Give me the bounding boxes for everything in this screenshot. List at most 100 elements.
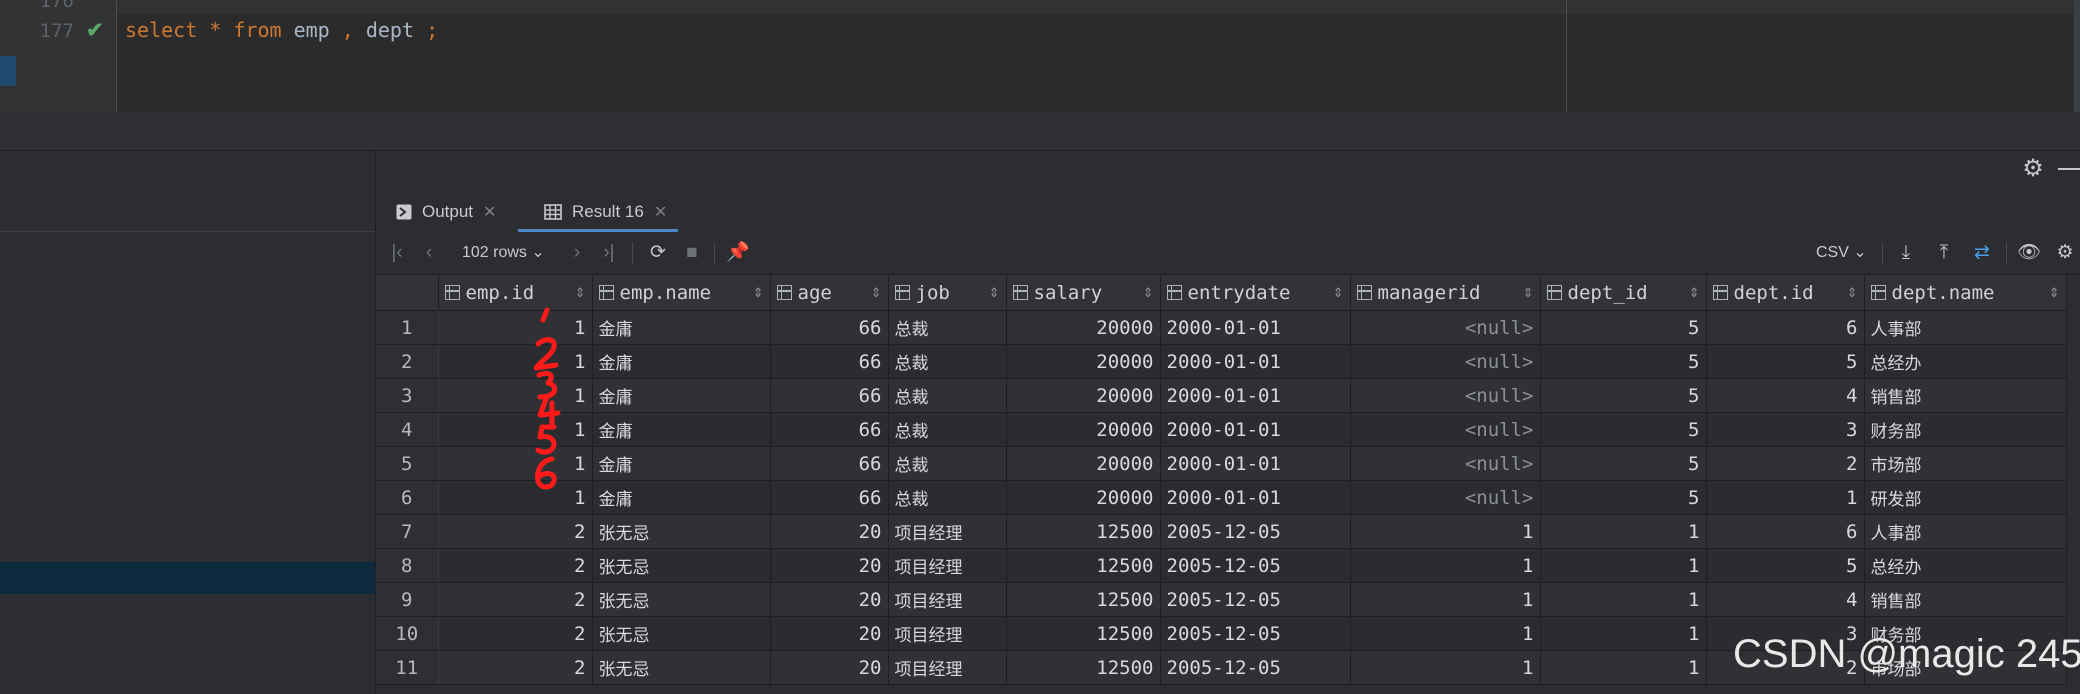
- table-cell[interactable]: 总裁: [888, 446, 1007, 481]
- table-cell[interactable]: 1: [1350, 582, 1541, 617]
- table-cell[interactable]: 5: [1540, 412, 1707, 447]
- table-cell[interactable]: 20000: [1006, 446, 1161, 481]
- sort-icon[interactable]: ⇕: [1523, 285, 1534, 301]
- sort-icon[interactable]: ⇕: [1847, 285, 1858, 301]
- table-cell[interactable]: 总裁: [888, 412, 1007, 447]
- column-header[interactable]: age ⇕: [770, 275, 889, 311]
- editor-scrollbar[interactable]: [2074, 0, 2080, 112]
- table-cell[interactable]: 12500: [1006, 548, 1161, 583]
- last-page-icon[interactable]: ›|: [598, 240, 620, 266]
- table-cell[interactable]: 项目经理: [888, 548, 1007, 583]
- table-cell[interactable]: 金庸: [592, 378, 771, 413]
- table-cell[interactable]: <null>: [1350, 310, 1541, 345]
- table-cell[interactable]: 6: [1706, 310, 1865, 345]
- tab-result[interactable]: Result 16 ✕: [536, 192, 675, 232]
- table-cell[interactable]: 66: [770, 412, 889, 447]
- column-header[interactable]: dept.id ⇕: [1706, 275, 1865, 311]
- code-area[interactable]: select * from emp , dept ;: [117, 0, 2080, 112]
- table-cell[interactable]: 金庸: [592, 480, 771, 515]
- table-cell[interactable]: 5: [1540, 310, 1707, 345]
- table-cell[interactable]: 2000-01-01: [1160, 412, 1351, 447]
- table-row[interactable]: 2 1 金庸 66 总裁 20000 2000-01-01 <null> 5 5 总经办: [376, 344, 2067, 379]
- table-cell[interactable]: <null>: [1350, 344, 1541, 379]
- sort-icon[interactable]: ⇕: [2049, 285, 2060, 301]
- gear-icon[interactable]: ⚙: [2020, 156, 2046, 182]
- compare-icon[interactable]: ⇄: [1970, 240, 1994, 266]
- table-cell[interactable]: 2000-01-01: [1160, 378, 1351, 413]
- table-cell[interactable]: 5: [1540, 480, 1707, 515]
- table-cell[interactable]: 2: [438, 650, 593, 685]
- table-cell[interactable]: 12500: [1006, 582, 1161, 617]
- table-cell[interactable]: 研发部: [1864, 480, 2067, 515]
- table-cell[interactable]: 20000: [1006, 412, 1161, 447]
- table-cell[interactable]: 金庸: [592, 310, 771, 345]
- column-header[interactable]: salary ⇕: [1006, 275, 1161, 311]
- table-cell[interactable]: 项目经理: [888, 582, 1007, 617]
- table-cell[interactable]: 项目经理: [888, 616, 1007, 651]
- table-cell[interactable]: 20: [770, 650, 889, 685]
- table-cell[interactable]: 12500: [1006, 650, 1161, 685]
- table-cell[interactable]: 20: [770, 514, 889, 549]
- table-cell[interactable]: 20: [770, 582, 889, 617]
- table-cell[interactable]: 3: [1706, 412, 1865, 447]
- column-header[interactable]: emp.id ⇕: [438, 275, 593, 311]
- table-row[interactable]: 1 1 金庸 66 总裁 20000 2000-01-01 <null> 5 6 人事部: [376, 310, 2067, 345]
- next-page-icon[interactable]: ›: [566, 240, 588, 266]
- table-cell[interactable]: 5: [1706, 548, 1865, 583]
- table-cell[interactable]: 2: [1706, 446, 1865, 481]
- column-header[interactable]: job ⇕: [888, 275, 1007, 311]
- table-cell[interactable]: 总经办: [1864, 344, 2067, 379]
- table-cell[interactable]: <null>: [1350, 412, 1541, 447]
- table-cell[interactable]: 20: [770, 616, 889, 651]
- table-cell[interactable]: 2000-01-01: [1160, 344, 1351, 379]
- refresh-icon[interactable]: ⟳: [646, 240, 670, 266]
- table-cell[interactable]: 1: [438, 344, 593, 379]
- eye-icon[interactable]: 👁: [2016, 240, 2042, 266]
- sql-editor[interactable]: 176 177 ✔ select * from emp , dept ;: [0, 0, 2080, 112]
- table-cell[interactable]: 人事部: [1864, 514, 2067, 549]
- table-cell[interactable]: 1: [438, 412, 593, 447]
- table-cell[interactable]: 5: [1706, 344, 1865, 379]
- table-cell[interactable]: 12500: [1006, 514, 1161, 549]
- close-icon[interactable]: ✕: [483, 202, 496, 222]
- table-cell[interactable]: 66: [770, 344, 889, 379]
- table-cell[interactable]: 66: [770, 310, 889, 345]
- table-cell[interactable]: <null>: [1350, 480, 1541, 515]
- export-format-select[interactable]: CSV ⌄: [1816, 240, 1867, 266]
- table-cell[interactable]: 1: [1540, 514, 1707, 549]
- sql-statement[interactable]: select * from emp , dept ;: [125, 18, 438, 42]
- table-cell[interactable]: 张无忌: [592, 650, 771, 685]
- first-page-icon[interactable]: |‹: [386, 240, 408, 266]
- column-header[interactable]: dept_id ⇕: [1540, 275, 1707, 311]
- table-cell[interactable]: 1: [438, 310, 593, 345]
- table-cell[interactable]: 5: [1540, 378, 1707, 413]
- table-cell[interactable]: 项目经理: [888, 514, 1007, 549]
- table-cell[interactable]: 2000-01-01: [1160, 446, 1351, 481]
- table-cell[interactable]: 1: [438, 480, 593, 515]
- table-cell[interactable]: 66: [770, 378, 889, 413]
- column-header[interactable]: entrydate ⇕: [1160, 275, 1351, 311]
- table-cell[interactable]: 2005-12-05: [1160, 514, 1351, 549]
- table-cell[interactable]: 总裁: [888, 344, 1007, 379]
- table-cell[interactable]: 2: [438, 616, 593, 651]
- pin-icon[interactable]: 📌: [726, 240, 750, 266]
- table-cell[interactable]: 张无忌: [592, 582, 771, 617]
- table-cell[interactable]: 20000: [1006, 310, 1161, 345]
- table-cell[interactable]: 1: [1350, 616, 1541, 651]
- table-cell[interactable]: 20000: [1006, 378, 1161, 413]
- sort-icon[interactable]: ⇕: [753, 285, 764, 301]
- table-cell[interactable]: 6: [1706, 514, 1865, 549]
- column-header[interactable]: managerid ⇕: [1350, 275, 1541, 311]
- table-cell[interactable]: <null>: [1350, 378, 1541, 413]
- table-cell[interactable]: 1: [438, 378, 593, 413]
- table-cell[interactable]: 4: [1706, 582, 1865, 617]
- table-cell[interactable]: 财务部: [1864, 412, 2067, 447]
- table-cell[interactable]: 2: [438, 514, 593, 549]
- table-cell[interactable]: 1: [1350, 650, 1541, 685]
- table-cell[interactable]: 张无忌: [592, 514, 771, 549]
- check-icon[interactable]: ✔: [86, 20, 108, 42]
- table-cell[interactable]: 66: [770, 446, 889, 481]
- table-cell[interactable]: 1: [1350, 514, 1541, 549]
- column-header[interactable]: emp.name ⇕: [592, 275, 771, 311]
- sort-icon[interactable]: ⇕: [575, 285, 586, 301]
